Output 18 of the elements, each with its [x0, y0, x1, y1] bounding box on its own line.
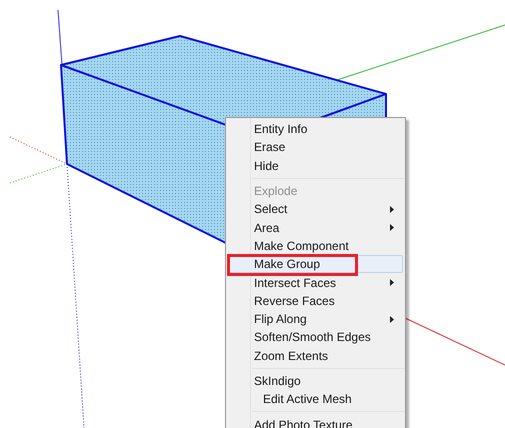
submenu-arrow-icon [390, 206, 394, 213]
submenu-arrow-icon [390, 316, 394, 323]
menu-item[interactable]: Area [228, 218, 403, 237]
menu-item[interactable]: Hide [228, 156, 403, 175]
menu-item[interactable]: Reverse Faces [228, 292, 403, 310]
menu-item[interactable]: Soften/Smooth Edges [228, 328, 403, 347]
submenu-arrow-icon [390, 279, 394, 286]
submenu-arrow-icon [390, 224, 394, 232]
menu-item[interactable]: Entity Info [228, 120, 403, 138]
menu-item[interactable]: Flip Along [228, 310, 403, 328]
menu-item[interactable]: Intersect Faces [228, 273, 403, 292]
menu-item[interactable]: Select [228, 200, 403, 218]
menu-item[interactable]: Make Component [228, 236, 403, 256]
menu-item[interactable]: Erase [228, 138, 403, 157]
menu-item[interactable]: Edit Active Mesh [228, 390, 403, 408]
menu-item[interactable]: Zoom Extents [228, 346, 403, 365]
axis-line [58, 10, 62, 66]
menu-item[interactable]: SkIndigo [228, 372, 403, 390]
